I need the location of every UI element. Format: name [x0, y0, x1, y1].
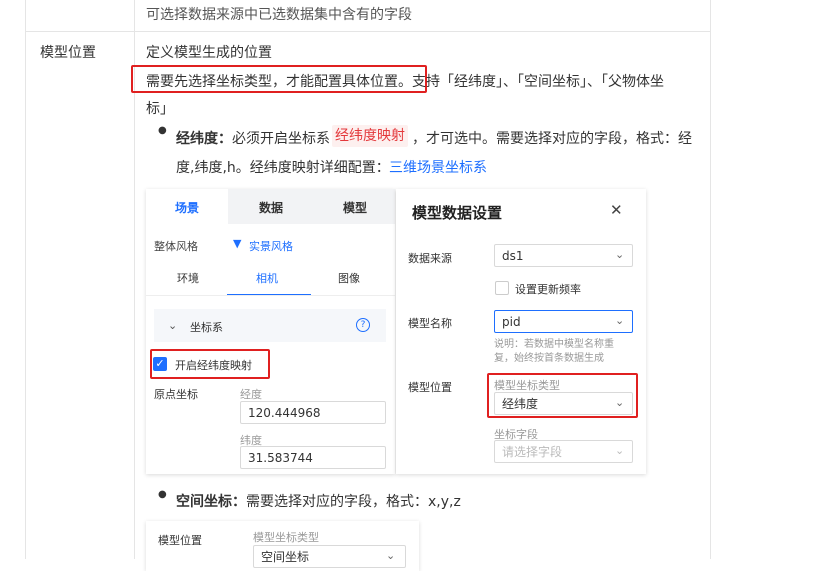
bullet1-line2: 度,纬度,h。经纬度映射详细配置：	[176, 160, 390, 176]
definition-line: 定义模型生成的位置	[146, 45, 272, 61]
name-note: 说明：若数据中模型名称重	[494, 339, 614, 350]
help-icon[interactable]: ?	[356, 318, 370, 332]
bullet-dot: ●	[158, 489, 167, 500]
name-label: 模型名称	[408, 317, 452, 330]
chevron-down-icon[interactable]: ⌄	[615, 314, 624, 327]
chevron-down-icon[interactable]: ⌄	[168, 319, 177, 332]
tab-data[interactable]: 数据	[259, 199, 283, 216]
bullet-dot: ●	[158, 125, 167, 136]
tab-scene[interactable]: 场景	[175, 199, 199, 216]
section-title: 坐标系	[190, 321, 223, 334]
dialog-title: 模型数据设置	[412, 204, 503, 222]
lon-input[interactable]: 120.444968	[240, 401, 386, 424]
name-note-2: 复，始终按首条数据生成	[494, 353, 604, 364]
subtab-camera[interactable]: 相机	[256, 270, 278, 286]
support-text: 支持「经纬度」、「空间坐标」、「父物体坐	[412, 74, 664, 90]
subtab-image[interactable]: 图像	[338, 270, 360, 286]
bullet1-pre: 必须开启坐标系	[232, 131, 330, 147]
support-text-continued: 标」	[146, 101, 174, 117]
checkbox-highlight-box	[150, 349, 270, 379]
bottom-position-label: 模型位置	[158, 534, 202, 547]
subtab-env[interactable]: 环境	[177, 270, 199, 286]
style-value[interactable]: 实景风格	[249, 238, 293, 254]
lat-input[interactable]: 31.583744	[240, 446, 386, 469]
tab-model[interactable]: 模型	[343, 199, 367, 216]
chevron-down-icon[interactable]: ⌄	[386, 549, 395, 562]
bullet1-title: 经纬度：	[176, 131, 232, 147]
lon-label: 经度	[240, 388, 262, 401]
update-checkbox[interactable]	[495, 281, 509, 295]
table-border-left	[25, 0, 26, 559]
subtab-divider	[146, 295, 395, 296]
coord-field-select[interactable]: 请选择字段	[494, 440, 633, 463]
source-select[interactable]: ds1	[494, 244, 633, 267]
position-label: 模型位置	[408, 381, 452, 394]
style-label: 整体风格	[154, 240, 198, 253]
section-header[interactable]	[154, 309, 386, 342]
update-label: 设置更新频率	[515, 283, 581, 296]
settings-panel: 场景 数据 模型 整体风格 ▼ 实景风格 环境 相机 图像 ⌄ 坐标系 ? ✓ …	[146, 189, 395, 474]
caret-down-icon[interactable]: ▼	[233, 237, 241, 250]
bottom-coord-type-select[interactable]: 空间坐标	[253, 545, 406, 568]
row-label: 模型位置	[40, 45, 96, 61]
bullet2-text: 需要选择对应的字段，格式：x,y,z	[246, 494, 461, 510]
name-select[interactable]: pid	[494, 310, 633, 333]
bullet1-post: ，才可选中。需要选择对应的字段，格式：经	[412, 131, 692, 147]
origin-label: 原点坐标	[154, 388, 198, 401]
table-row-divider	[25, 31, 711, 32]
coord-type-highlight-box	[487, 373, 638, 418]
bullet2-title: 空间坐标：	[176, 494, 246, 510]
coord-system-link[interactable]: 三维场景坐标系	[389, 157, 487, 177]
source-label: 数据来源	[408, 252, 452, 265]
chevron-down-icon[interactable]: ⌄	[615, 248, 624, 261]
chevron-down-icon[interactable]: ⌄	[615, 444, 624, 457]
bottom-dialog: 模型位置 模型坐标类型 空间坐标 ⌄	[146, 521, 419, 571]
top-description: 可选择数据来源中已选数据集中含有的字段	[146, 7, 412, 23]
bullet1-tag: 经纬度映射	[332, 125, 408, 147]
highlight-box	[131, 65, 427, 93]
bottom-coord-type-label: 模型坐标类型	[253, 531, 319, 544]
model-data-dialog: 模型数据设置 ✕ 数据来源 ds1 ⌄ 设置更新频率 模型名称 pid ⌄ 说明…	[396, 189, 646, 474]
close-icon[interactable]: ✕	[610, 201, 623, 219]
table-border-right	[710, 0, 711, 559]
